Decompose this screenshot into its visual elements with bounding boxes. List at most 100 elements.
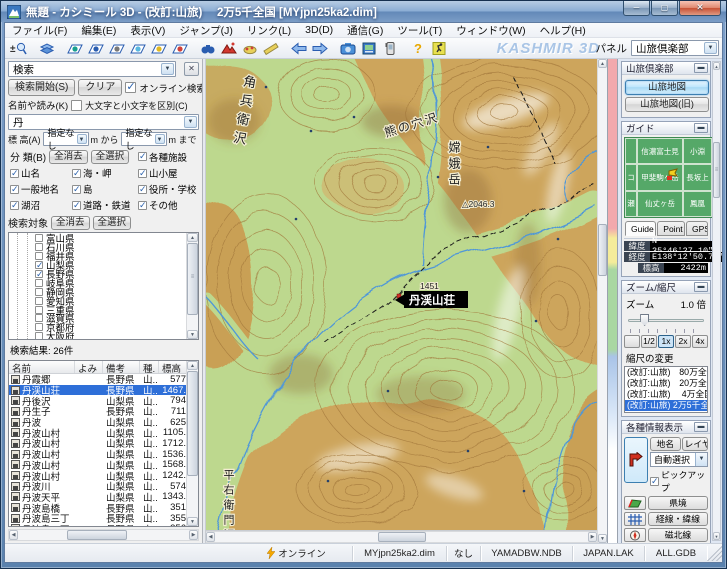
scroll-right-icon[interactable]: ▶ bbox=[189, 530, 198, 540]
layers-icon[interactable] bbox=[36, 39, 57, 57]
checkbox-icon[interactable] bbox=[650, 477, 659, 486]
col-yomi[interactable]: よみ bbox=[75, 361, 103, 373]
prefecture-item[interactable]: 三重県 bbox=[9, 305, 186, 314]
menu-item[interactable]: 3D(D) bbox=[298, 24, 340, 36]
pickup-checkbox-row[interactable]: ピックアップ bbox=[650, 468, 708, 494]
minimize-button[interactable]: ─ bbox=[623, 1, 650, 16]
checkbox-icon[interactable] bbox=[35, 261, 43, 269]
checkbox-icon[interactable] bbox=[35, 234, 43, 242]
menu-item[interactable]: 通信(G) bbox=[340, 23, 390, 38]
scroll-up-icon[interactable]: ▲ bbox=[187, 361, 198, 370]
walk-icon[interactable] bbox=[239, 39, 260, 57]
clear-button[interactable]: クリア bbox=[78, 79, 122, 96]
help-icon[interactable]: ? bbox=[407, 39, 428, 57]
target-clear-all-button[interactable]: 全消去 bbox=[51, 216, 90, 230]
elevation-to-select[interactable]: 指定なし▼ bbox=[121, 132, 167, 146]
image-viewer-icon[interactable] bbox=[358, 39, 379, 57]
maximize-button[interactable]: ▢ bbox=[651, 1, 678, 16]
scale-option[interactable]: (改訂:山旅) 80万全国 bbox=[625, 367, 707, 378]
checkbox-icon[interactable] bbox=[10, 185, 19, 194]
layer-button[interactable]: レイヤー bbox=[682, 437, 708, 451]
checkbox-icon[interactable] bbox=[35, 279, 43, 287]
class-clear-all-button[interactable]: 全消去 bbox=[49, 150, 88, 164]
checkbox-icon[interactable] bbox=[138, 185, 147, 194]
tree-scrollbar[interactable]: ▲ ≡ ▼ bbox=[186, 233, 198, 339]
category-checkbox-item[interactable]: 道路・鉄道 bbox=[72, 198, 136, 212]
minimize-section-icon[interactable]: ▬ bbox=[694, 63, 708, 73]
checkbox-icon[interactable] bbox=[10, 169, 19, 178]
binoculars-search-icon[interactable] bbox=[197, 39, 218, 57]
table-hscrollbar[interactable]: ◀ ▶ bbox=[8, 529, 199, 541]
zoom-scale-icon[interactable]: ± bbox=[8, 39, 29, 57]
category-checkbox-item[interactable]: 山小屋 bbox=[138, 166, 197, 180]
map-sheet-gray-icon[interactable] bbox=[106, 39, 127, 57]
checkbox-icon[interactable] bbox=[35, 306, 43, 314]
tab-gps[interactable]: GPS bbox=[686, 221, 708, 236]
jump-back-icon[interactable] bbox=[288, 39, 309, 57]
table-hscroll-thumb[interactable] bbox=[67, 530, 127, 540]
panel-scrollbar[interactable]: ▲ ≡ ▼ bbox=[712, 61, 721, 541]
prefecture-item[interactable]: 長野県 bbox=[9, 270, 186, 279]
online-search-checkbox[interactable] bbox=[125, 82, 136, 93]
menu-item[interactable]: リンク(L) bbox=[240, 23, 298, 38]
col-elev[interactable]: 標高 bbox=[159, 361, 189, 373]
zoom-preset-button[interactable]: 2x bbox=[675, 335, 691, 348]
auto-select-dropdown[interactable]: 自動選択▼ bbox=[650, 452, 708, 467]
menu-item[interactable]: ヘルプ(H) bbox=[533, 23, 593, 38]
col-note[interactable]: 備考 bbox=[103, 361, 140, 373]
category-checkbox-item[interactable]: 山名 bbox=[10, 166, 70, 180]
checkbox-icon[interactable] bbox=[10, 201, 19, 210]
chevron-down-icon[interactable]: ▼ bbox=[184, 116, 197, 128]
scroll-left-icon[interactable]: ◀ bbox=[206, 532, 215, 542]
guide-sheet-grid[interactable]: 信濃富士見 小淵 コ 甲斐駒ヶ岳 長坂上 瀬 仙丈ヶ岳 鳳凰 bbox=[624, 137, 713, 218]
tab-point[interactable]: Point bbox=[657, 221, 685, 236]
prefecture-item[interactable]: 京都府 bbox=[9, 323, 186, 332]
checkbox-icon[interactable] bbox=[35, 323, 43, 331]
scroll-down-icon[interactable]: ▼ bbox=[187, 517, 198, 526]
measure-icon[interactable] bbox=[260, 39, 281, 57]
table-scrollbar[interactable]: ▲ ▼ bbox=[186, 361, 198, 526]
map-sheet-red-icon[interactable] bbox=[169, 39, 190, 57]
zoom-preset-button[interactable] bbox=[624, 335, 640, 348]
prefecture-item[interactable]: 大阪府 bbox=[9, 332, 186, 340]
zoom-preset-button[interactable]: 4x bbox=[692, 335, 708, 348]
graticule-button[interactable]: 経線・緯線 bbox=[648, 512, 708, 526]
checkbox-icon[interactable] bbox=[35, 270, 43, 278]
checkbox-icon[interactable] bbox=[35, 252, 43, 260]
runner-icon[interactable] bbox=[428, 39, 449, 57]
menu-item[interactable]: ツール(T) bbox=[390, 23, 449, 38]
close-button[interactable]: ✕ bbox=[679, 1, 721, 16]
gps-device-icon[interactable] bbox=[379, 39, 400, 57]
checkbox-icon[interactable] bbox=[35, 297, 43, 305]
elevation-from-select[interactable]: 指定なし▼ bbox=[43, 132, 89, 146]
prefecture-item[interactable]: 富山県 bbox=[9, 234, 186, 243]
resize-grip[interactable] bbox=[707, 546, 722, 561]
chevron-down-icon[interactable]: ▼ bbox=[77, 134, 87, 144]
chevron-down-icon[interactable]: ▼ bbox=[695, 453, 707, 466]
map-sheet-blue-icon[interactable] bbox=[85, 39, 106, 57]
magnetic-north-button[interactable]: 磁北線 bbox=[648, 528, 708, 542]
yamatabi-map-button[interactable]: 山旅地図 bbox=[625, 80, 709, 95]
placename-button[interactable]: 地名 bbox=[650, 437, 681, 451]
prefecture-item[interactable]: 石川県 bbox=[9, 243, 186, 252]
panel-combo[interactable]: 山旅倶楽部 ▼ bbox=[631, 40, 719, 56]
category-checkbox-item[interactable]: 島 bbox=[72, 182, 136, 196]
scroll-up-icon[interactable]: ▲ bbox=[713, 62, 720, 70]
menu-item[interactable]: 編集(E) bbox=[74, 23, 123, 38]
checkbox-icon[interactable] bbox=[72, 169, 81, 178]
menu-item[interactable]: 表示(V) bbox=[123, 23, 172, 38]
minimize-section-icon[interactable]: ▬ bbox=[694, 282, 708, 292]
map-hscrollbar[interactable]: ◀ ▶ bbox=[206, 531, 597, 543]
checkbox-icon[interactable] bbox=[35, 288, 43, 296]
category-checkbox-item[interactable]: 海・岬 bbox=[72, 166, 136, 180]
checkbox-icon[interactable] bbox=[72, 201, 81, 210]
scale-option[interactable]: (改訂:山旅) 4万全国 bbox=[625, 389, 707, 400]
graticule-icon[interactable] bbox=[624, 512, 646, 526]
magnetic-north-icon[interactable] bbox=[624, 528, 646, 542]
scale-option[interactable]: (改訂:山旅) 20万全国 bbox=[625, 378, 707, 389]
chevron-down-icon[interactable]: ▼ bbox=[704, 42, 717, 54]
checkbox-icon[interactable] bbox=[138, 169, 147, 178]
zoom-preset-button[interactable]: 1x bbox=[658, 335, 674, 348]
zoom-preset-button[interactable]: 1/2 bbox=[641, 335, 657, 348]
prefecture-item[interactable]: 愛知県 bbox=[9, 296, 186, 305]
